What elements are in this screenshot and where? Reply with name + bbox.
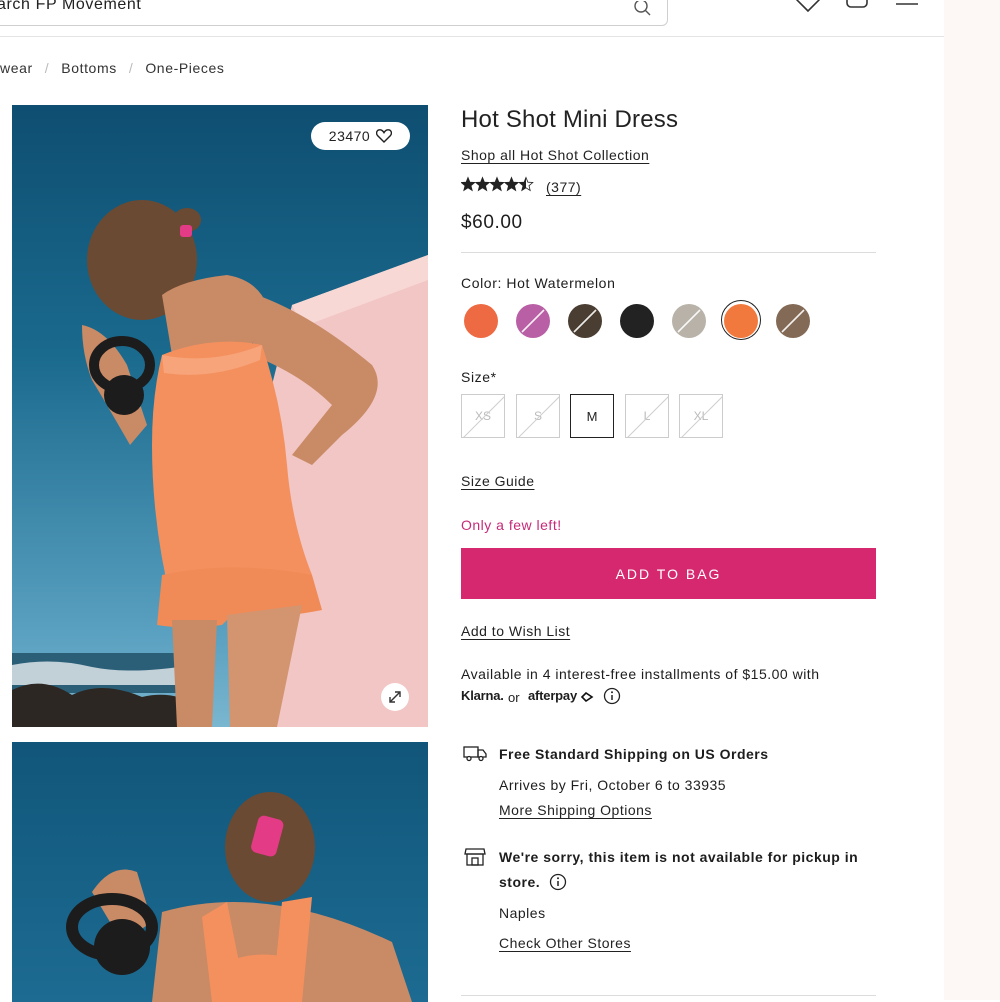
search-input[interactable]: arch FP Movement [0, 0, 141, 14]
info-icon[interactable] [549, 873, 567, 891]
like-button[interactable]: 23470 [311, 122, 410, 150]
rating-stars [460, 176, 537, 197]
breadcrumb-item[interactable]: Bottoms [61, 60, 117, 76]
unavailable-slash-icon [521, 309, 545, 333]
search-field[interactable]: arch FP Movement [0, 0, 668, 26]
color-swatch[interactable] [620, 304, 654, 338]
page-edge [944, 0, 1000, 1000]
shipping-arrival: Arrives by Fri, October 6 to 33935 [499, 777, 727, 793]
unavailable-slash-icon [681, 396, 722, 437]
color-swatch[interactable] [464, 304, 498, 338]
unavailable-slash-icon [463, 396, 504, 437]
breadcrumb-separator: / [44, 60, 50, 76]
section-divider [461, 995, 876, 996]
size-option[interactable]: S [516, 394, 560, 438]
pickup-message-cont: store. [499, 874, 541, 890]
size-option-label: M [586, 408, 598, 424]
wishlist-link[interactable]: Add to Wish List [461, 623, 570, 639]
selected-swatch-ring [721, 300, 761, 340]
product-price: $60.00 [461, 212, 523, 233]
bag-icon[interactable] [844, 0, 870, 14]
color-swatch[interactable] [516, 304, 550, 338]
unavailable-slash-icon [677, 309, 701, 333]
afterpay-logo[interactable]: afterpay [528, 688, 594, 703]
afterpay-arrows-icon [581, 691, 594, 702]
search-icon[interactable] [633, 1, 653, 21]
color-swatch[interactable] [672, 304, 706, 338]
star-icon [503, 176, 520, 192]
heart-icon[interactable] [794, 0, 822, 14]
size-option[interactable]: XS [461, 394, 505, 438]
add-to-bag-button[interactable]: ADD TO BAG [461, 548, 876, 599]
zoom-button[interactable] [381, 683, 409, 711]
product-image-main[interactable] [12, 105, 428, 727]
star-icon [460, 176, 476, 192]
or-text: or [508, 690, 520, 705]
shipping-title: Free Standard Shipping on US Orders [499, 746, 769, 762]
check-other-stores-link[interactable]: Check Other Stores [499, 935, 631, 951]
afterpay-label: afterpay [528, 688, 577, 703]
truck-icon [463, 746, 487, 762]
menu-icon[interactable] [894, 0, 920, 14]
size-guide-link[interactable]: Size Guide [461, 473, 534, 489]
size-option[interactable]: XL [679, 394, 723, 438]
header-divider [0, 36, 944, 37]
installments-text: Available in 4 interest-free installment… [461, 666, 820, 682]
info-icon[interactable] [603, 687, 621, 705]
product-title: Hot Shot Mini Dress [461, 106, 679, 133]
product-photo-illustration [66, 792, 412, 1002]
unavailable-slash-icon [518, 396, 559, 437]
reviews-link[interactable]: (377) [546, 179, 581, 195]
expand-icon [389, 691, 401, 703]
size-option[interactable]: M [570, 394, 614, 438]
breadcrumb-item[interactable]: wear [0, 60, 33, 76]
store-icon [464, 848, 486, 866]
stock-message: Only a few left! [461, 517, 562, 533]
klarna-logo[interactable]: Klarna. [461, 688, 504, 703]
unavailable-slash-icon [573, 309, 597, 333]
unavailable-slash-icon [627, 396, 668, 437]
star-rating-icon [460, 176, 534, 192]
size-label: Size* [461, 369, 497, 385]
more-shipping-options-link[interactable]: More Shipping Options [499, 802, 652, 818]
product-image-secondary[interactable] [12, 742, 428, 1002]
star-icon [474, 176, 491, 192]
unavailable-slash-icon [781, 309, 805, 333]
breadcrumb: wear / Bottoms / One-Pieces [0, 60, 224, 76]
store-name: Naples [499, 905, 546, 921]
collection-link[interactable]: Shop all Hot Shot Collection [461, 147, 649, 163]
star-icon [489, 176, 505, 192]
size-option[interactable]: L [625, 394, 669, 438]
breadcrumb-item[interactable]: One-Pieces [145, 60, 224, 76]
color-swatch[interactable] [776, 304, 810, 338]
pickup-message: We're sorry, this item is not available … [499, 849, 859, 865]
star-icon [518, 176, 534, 192]
like-count: 23470 [328, 128, 371, 144]
section-divider [461, 252, 876, 253]
color-swatch[interactable] [568, 304, 602, 338]
color-label: Color: Hot Watermelon [461, 275, 616, 291]
product-photo-illustration [12, 200, 428, 727]
heart-icon [376, 129, 393, 143]
breadcrumb-separator: / [128, 60, 134, 76]
